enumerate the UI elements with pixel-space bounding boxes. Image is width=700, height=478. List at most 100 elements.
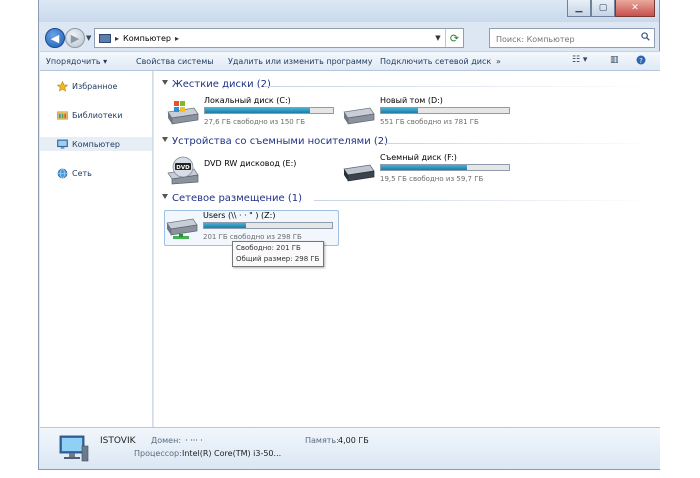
address-dropdown-icon[interactable]: ▼ [431,34,445,42]
computer-icon [99,33,111,43]
star-icon [56,80,69,92]
drive-free-space: 27,6 ГБ свободно из 150 ГБ [204,118,306,126]
command-bar: Упорядочить ▾ Свойства системы Удалить и… [40,51,660,71]
drive-e[interactable]: DVD DVD RW дисковод (E:) [166,153,341,189]
sidebar-item-label: Библиотеки [72,110,123,120]
drive-free-space: 19,5 ГБ свободно из 59,7 ГБ [380,175,484,183]
memory-value: 4,00 ГБ [338,436,369,445]
computer-icon [59,435,89,462]
breadcrumb-computer[interactable]: Компьютер [123,34,171,43]
system-properties-button[interactable]: Свойства системы [136,55,214,68]
computer-icon [57,139,68,150]
minimize-icon: ▁ [575,3,583,13]
details-pane: ISTOVIK Домен: · ··· · Память: 4,00 ГБ П… [40,427,660,469]
title-bar: ▁ ▢ ✕ [39,0,659,22]
domain-label: Домен: [151,436,182,445]
usage-bar-fill [204,223,247,228]
navigation-bar: ◀ ▶ ▼ ▸ Компьютер ▸ ▼ ⟳ [39,24,659,50]
view-options-icon[interactable]: ☷ ▾ [572,55,587,68]
collapse-arrow-icon[interactable] [162,80,168,85]
caption-buttons: ▁ ▢ ✕ [567,0,655,17]
drive-free-space: 201 ГБ свободно из 298 ГБ [203,233,302,241]
network-icon [57,168,68,179]
drive-name: Съемный диск (F:) [380,153,457,162]
network-drive-icon [166,218,198,239]
group-divider [384,143,654,144]
drive-c[interactable]: Локальный диск (C:) 27,6 ГБ свободно из … [166,96,341,132]
breadcrumb-separator-icon[interactable]: ▸ [115,34,119,43]
back-button[interactable]: ◀ [45,28,65,48]
tooltip-total: Общий размер: 298 ГБ [236,255,320,263]
sidebar-item-label: Избранное [72,81,118,91]
organize-button[interactable]: Упорядочить ▾ [46,55,107,68]
usage-bar-fill [205,108,310,113]
usage-bar [203,222,333,229]
drive-name: Новый том (D:) [380,96,443,105]
address-bar[interactable]: ▸ Компьютер ▸ ▼ ⟳ [94,28,464,48]
cpu-label: Процессор: [134,449,182,458]
sidebar-item-label: Сеть [72,168,92,178]
usage-bar-fill [381,108,419,113]
minimize-button[interactable]: ▁ [567,0,591,17]
drive-d[interactable]: Новый том (D:) 551 ГБ свободно из 781 ГБ [342,96,517,132]
drive-name: Users (\\ · · " ) (Z:) [203,211,276,220]
back-arrow-icon: ◀ [50,31,60,45]
help-icon[interactable]: ? [636,55,646,68]
usage-bar [380,107,510,114]
map-network-drive-button[interactable]: Подключить сетевой диск [380,55,491,68]
drive-name: DVD RW дисковод (E:) [204,159,297,168]
library-icon [57,110,68,121]
domain-value: · ··· · [185,436,203,445]
sidebar-item-favorites[interactable]: Избранное [40,79,152,93]
forward-arrow-icon: ▶ [70,31,80,45]
group-title: Жесткие диски (2) [172,79,271,90]
maximize-icon: ▢ [598,3,608,13]
usage-bar [204,107,334,114]
address-controls: ▼ ⟳ [431,29,463,47]
sidebar-item-network[interactable]: Сеть [40,166,152,180]
group-title: Сетевое размещение (1) [172,193,303,204]
sidebar-item-computer[interactable]: Компьютер [40,137,152,151]
recent-pages-dropdown[interactable]: ▼ [86,34,91,42]
cpu-value: Intel(R) Core(TM) i3-50... [182,449,282,458]
sidebar-item-libraries[interactable]: Библиотеки [40,108,152,122]
memory-label: Память: [305,436,339,445]
navigation-pane: Избранное Библиотеки Компьютер Сеть [40,71,153,427]
search-icon[interactable] [641,32,650,41]
preview-pane-icon[interactable]: ▥ [610,55,619,68]
group-header-hard-disks[interactable]: Жесткие диски (2) [162,79,271,90]
usage-bar-fill [381,165,467,170]
collapse-arrow-icon[interactable] [162,194,168,199]
close-icon: ✕ [631,3,639,13]
uninstall-program-button[interactable]: Удалить или изменить программу [228,55,373,68]
group-divider [314,200,654,201]
sidebar-item-label: Компьютер [72,139,120,149]
drive-name: Локальный диск (C:) [204,96,291,105]
refresh-icon[interactable]: ⟳ [445,29,463,47]
drive-tooltip: Свободно: 201 ГБ Общий размер: 298 ГБ [232,241,324,267]
content-pane: Жесткие диски (2) Локальный диск (C:) 27… [154,71,660,427]
explorer-window: ▁ ▢ ✕ ◀ ▶ ▼ ▸ Компьютер ▸ ▼ ⟳ Поиск: Ком… [38,0,660,470]
maximize-button[interactable]: ▢ [591,0,615,17]
dropdown-arrow-icon: ▾ [103,57,108,66]
drive-f[interactable]: Съемный диск (F:) 19,5 ГБ свободно из 59… [342,153,517,189]
group-header-removable[interactable]: Устройства со съемными носителями (2) [162,136,388,147]
group-header-network[interactable]: Сетевое размещение (1) [162,193,302,204]
windows-drive-icon [167,101,199,125]
group-title: Устройства со съемными носителями (2) [172,136,389,147]
search-input[interactable] [494,30,638,48]
more-commands-button[interactable]: » [496,55,501,68]
removable-drive-icon [343,164,375,182]
organize-label: Упорядочить [46,57,101,66]
close-button[interactable]: ✕ [615,0,655,17]
forward-button[interactable]: ▶ [65,28,85,48]
hard-drive-icon [343,107,375,125]
tooltip-free: Свободно: 201 ГБ [236,244,301,252]
computer-name: ISTOVIK [100,436,136,446]
breadcrumb-separator-icon[interactable]: ▸ [175,34,179,43]
search-box[interactable] [489,28,655,48]
collapse-arrow-icon[interactable] [162,137,168,142]
drive-free-space: 551 ГБ свободно из 781 ГБ [380,118,479,126]
group-divider [264,86,654,87]
svg-text:DVD: DVD [176,165,190,171]
